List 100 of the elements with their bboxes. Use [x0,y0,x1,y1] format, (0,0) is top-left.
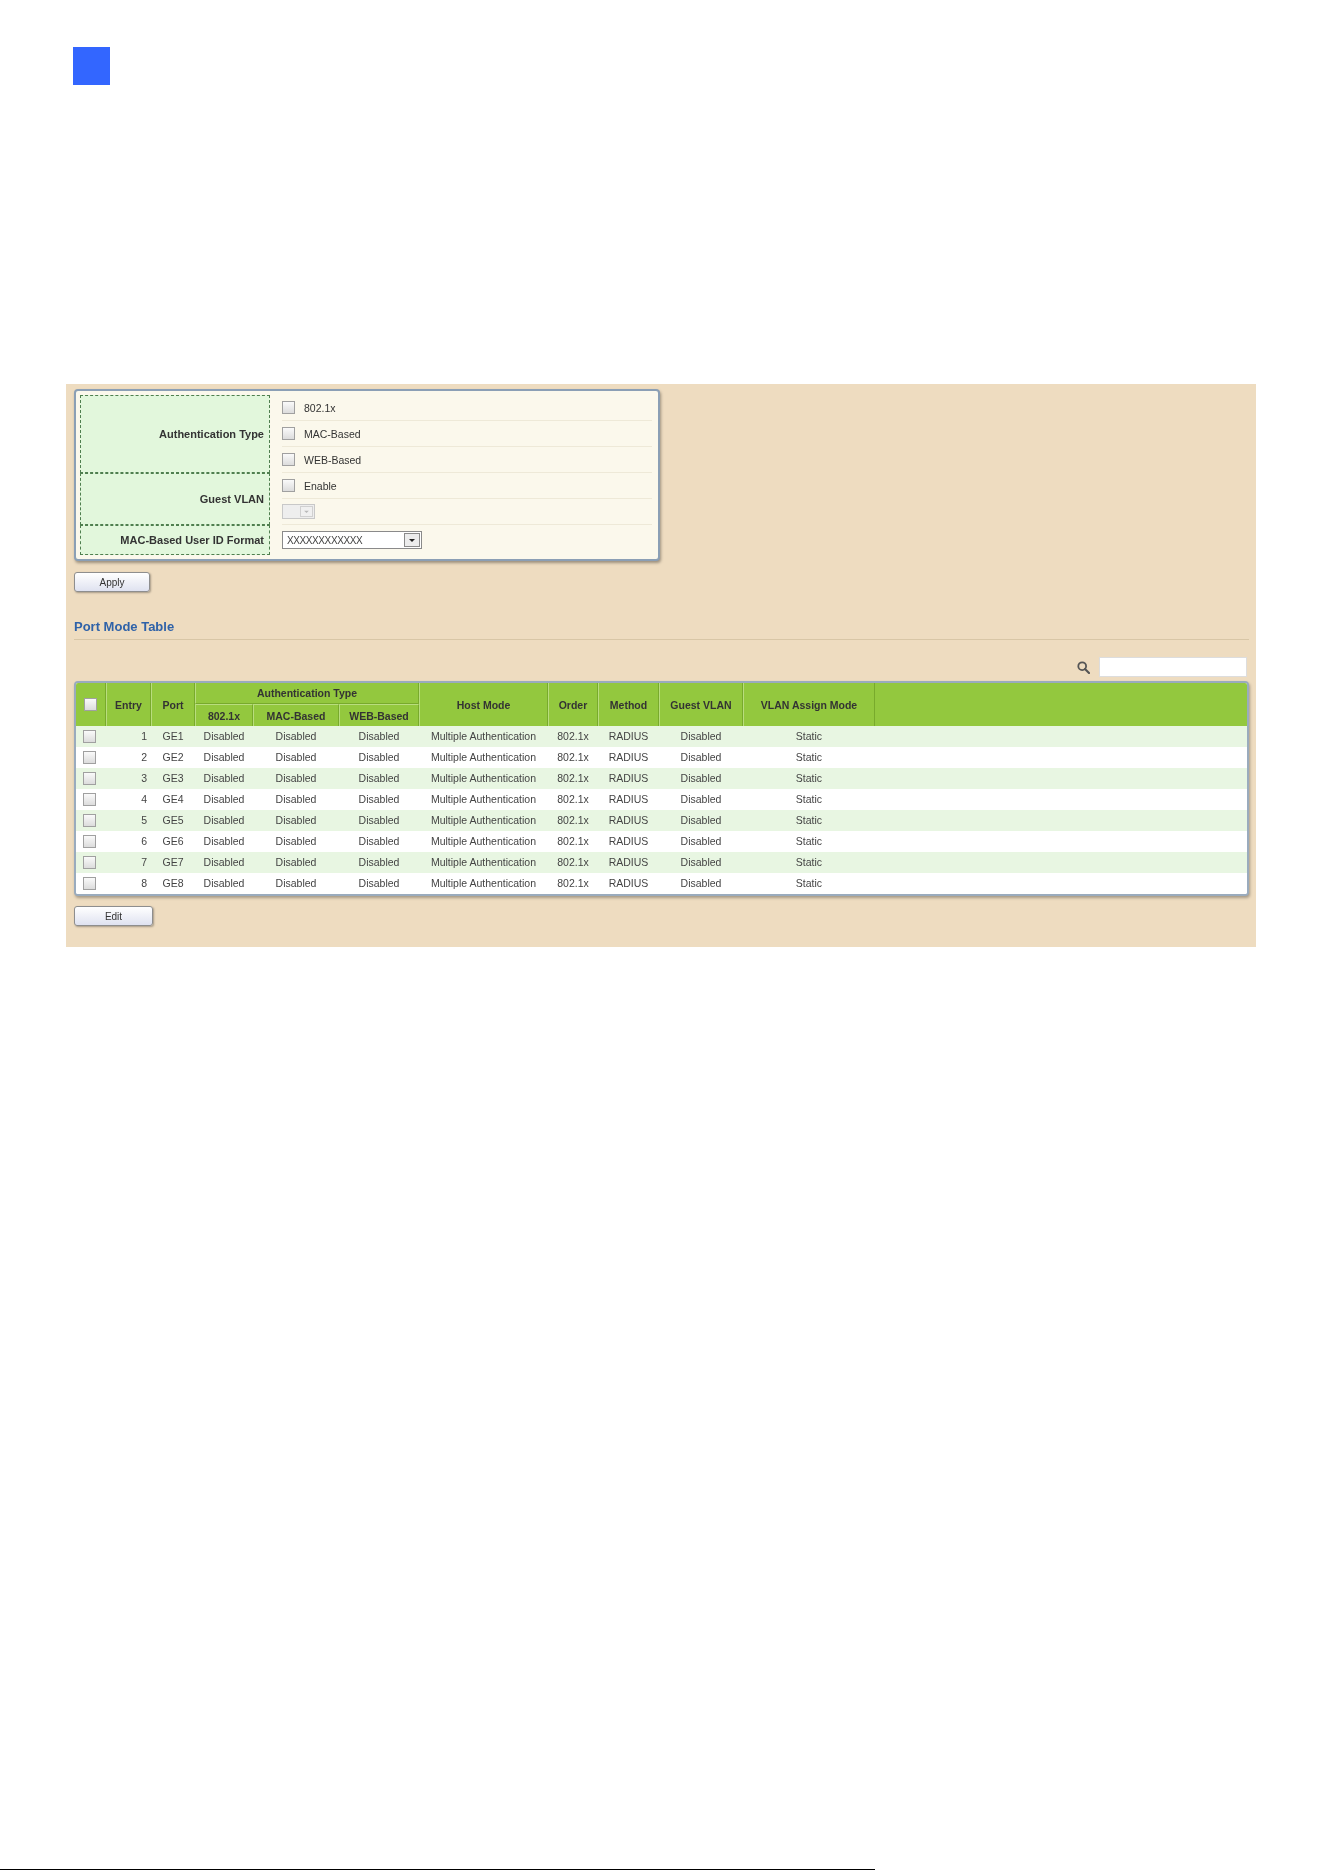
table-cell-text: 4 [140,792,148,807]
field-label: Authentication Type [80,395,270,473]
search-icon[interactable] [1077,660,1090,674]
table-cell-text: GE4 [161,792,185,807]
table-cell-text: Disabled [357,855,401,870]
table-cell-text: Disabled [679,876,723,891]
table-cell-text: GE5 [161,813,185,828]
table-cell-text: Static [794,876,824,891]
table-cell-text: Disabled [274,855,318,870]
table-cell-text: Disabled [357,813,401,828]
checkbox[interactable] [282,401,295,414]
table-cell-text: GE6 [161,834,185,849]
table-cell-text: 802.1x [556,834,590,849]
table-cell-text: Disabled [679,834,723,849]
edit-button[interactable]: Edit [74,906,153,926]
table-cell-text: Disabled [274,771,318,786]
table-cell-text: 802.1x [556,750,590,765]
table-cell-text: Disabled [357,771,401,786]
table-cell-text: Disabled [202,771,246,786]
apply-button[interactable]: Apply [74,572,150,592]
table-cell-text: Disabled [679,855,723,870]
table-cell-text: Static [794,792,824,807]
checkbox[interactable] [282,479,295,492]
table-cell-text: Multiple Authentication [429,834,538,849]
row-checkbox[interactable] [83,856,96,869]
table-cell-text: Disabled [202,834,246,849]
table-cell-text: GE1 [161,729,185,744]
table-cell-text: GE2 [161,750,185,765]
table-cell-text: Disabled [202,729,246,744]
table-cell-text: Disabled [679,729,723,744]
table-cell-text: Multiple Authentication [429,813,538,828]
table-cell-text: Static [794,855,824,870]
table-cell-text: Disabled [274,876,318,891]
table-cell-text: 1 [140,729,148,744]
table-cell-text: Disabled [202,792,246,807]
table-cell-text: RADIUS [607,813,650,828]
table-cell-text: Disabled [274,834,318,849]
table-cell-text: Disabled [679,792,723,807]
table-cell-text: 802.1x [556,729,590,744]
table-cell-text: Multiple Authentication [429,876,538,891]
checkbox-label: WEB-Based [304,453,362,466]
table-cell-text: Multiple Authentication [429,771,538,786]
table-cell-text: Disabled [357,876,401,891]
checkbox-label: 802.1x [304,401,336,414]
table-cell-text: Multiple Authentication [429,792,538,807]
table-cell-text: Static [794,750,824,765]
table-cell-text: Disabled [202,855,246,870]
table-cell-text: 802.1x [556,813,590,828]
square-icon [73,47,110,85]
row-checkbox[interactable] [83,793,96,806]
row-checkbox[interactable] [83,772,96,785]
table-cell-text: 802.1x [556,855,590,870]
table-cell-text: Disabled [274,813,318,828]
row-checkbox[interactable] [83,877,96,890]
table-cell-text: RADIUS [607,855,650,870]
table-cell-text: Disabled [357,792,401,807]
row-checkbox[interactable] [83,835,96,848]
section-title: Port Mode Table [74,619,175,634]
table-cell-text: 2 [140,750,148,765]
row-checkbox[interactable] [83,751,96,764]
table-cell-text: 802.1x [556,876,590,891]
table-cell-text: Disabled [357,729,401,744]
table-cell-text: RADIUS [607,771,650,786]
checkbox[interactable] [282,427,295,440]
table-cell-text: Multiple Authentication [429,855,538,870]
table-cell-text: Disabled [202,750,246,765]
table-cell-text: 802.1x [556,792,590,807]
table-cell-text: Static [794,813,824,828]
table-cell-text: Disabled [357,834,401,849]
table-cell-text: RADIUS [607,750,650,765]
table-cell-text: RADIUS [607,834,650,849]
table-cell-text: Disabled [357,750,401,765]
table-cell-text: Static [794,771,824,786]
row-checkbox[interactable] [83,730,96,743]
search-field[interactable] [1099,657,1247,677]
table-cell-text: 5 [140,813,148,828]
checkbox-label: Enable [304,479,337,492]
table-cell-text: Disabled [679,750,723,765]
table-cell-text: RADIUS [607,876,650,891]
table-cell-text: 3 [140,771,148,786]
column-header: Authentication Type [195,683,419,704]
table-cell-text: Disabled [202,813,246,828]
table-cell-text: Static [794,729,824,744]
table-cell-text: Disabled [679,771,723,786]
table-cell-text: GE3 [161,771,185,786]
row-checkbox[interactable] [83,814,96,827]
checkbox[interactable] [282,453,295,466]
table-cell-text: RADIUS [607,729,650,744]
table-cell-text: Multiple Authentication [429,750,538,765]
dropdown[interactable]: XXXXXXXXXXXX [282,531,422,549]
table-cell-text: Static [794,834,824,849]
table-cell-text: Disabled [274,750,318,765]
table-cell-text: 8 [140,876,148,891]
field-label: Guest VLAN [80,473,270,525]
field-label: MAC-Based User ID Format [80,525,270,555]
table-cell-text: Disabled [274,729,318,744]
table-cell-text: 6 [140,834,148,849]
table-cell-text: Multiple Authentication [429,729,538,744]
table-cell-text: 7 [140,855,148,870]
select-all-checkbox[interactable] [84,698,97,711]
